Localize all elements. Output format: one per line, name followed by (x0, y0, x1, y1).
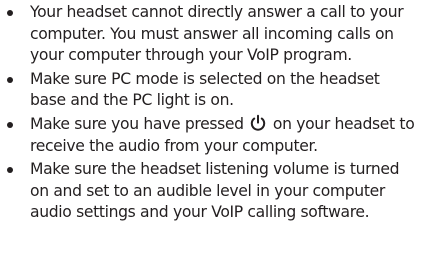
list-item-text: Make sure the headset listening volume i… (30, 160, 400, 222)
list-item-text: Your headset cannot directly answer a ca… (30, 3, 404, 65)
troubleshooting-list: Your headset cannot directly answer a ca… (0, 2, 422, 224)
power-icon (249, 114, 267, 132)
list-item: Make sure PC mode is selected on the hea… (0, 69, 422, 112)
bullet-dot (7, 76, 13, 83)
list-item: Your headset cannot directly answer a ca… (0, 2, 422, 67)
list-item: Make sure you have pressed on your heads… (0, 114, 422, 157)
list-item-text: Make sure PC mode is selected on the hea… (30, 69, 380, 110)
list-item: Make sure the headset listening volume i… (0, 159, 422, 224)
document-page: Your headset cannot directly answer a ca… (0, 0, 422, 261)
bullet-dot (7, 121, 13, 128)
bullet-dot (7, 10, 13, 16)
list-item-text-before-icon: Make sure you have pressed (30, 114, 249, 133)
bullet-dot (7, 167, 13, 174)
